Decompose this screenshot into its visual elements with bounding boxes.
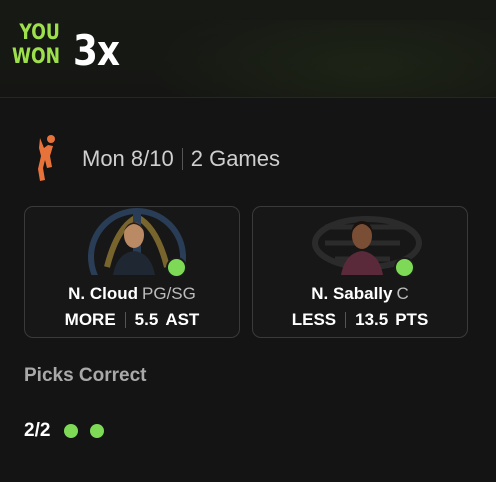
player-avatar: [341, 221, 383, 275]
correct-dot-icon: [90, 424, 105, 438]
player-name: N. Sabally: [311, 284, 393, 303]
pick-value: 5.5: [134, 310, 159, 329]
player-name-line: N. Cloud PG/SG: [25, 284, 239, 304]
pick-line: LESS 13.5 PTS: [253, 310, 467, 330]
player-position: C: [396, 284, 409, 303]
result-header: YOU WON 3x: [0, 0, 496, 98]
player-name: N. Cloud: [68, 284, 139, 303]
slate-games: 2 Games: [190, 146, 280, 171]
picks-correct-summary: 2/2: [24, 420, 116, 442]
you-text: YOU: [19, 20, 60, 44]
pick-direction: MORE: [64, 310, 116, 329]
won-text: WON: [12, 44, 61, 68]
player-avatar: [113, 222, 155, 275]
player-name-line: N. Sabally C: [253, 284, 467, 304]
divider: [124, 312, 126, 328]
correct-dot-icon: [394, 257, 415, 278]
correct-dot-icon: [166, 257, 187, 278]
pick-direction: LESS: [291, 310, 337, 329]
wnba-logo-icon: [38, 135, 55, 181]
pick-stat: PTS: [395, 310, 429, 329]
pick-line: MORE 5.5 AST: [25, 310, 239, 330]
slate-date: Mon 8/10: [82, 146, 174, 171]
picks-correct-title: Picks Correct: [24, 365, 147, 386]
picks-correct-count: 2/2: [24, 420, 51, 441]
pick-card-cloud[interactable]: N. Cloud PG/SG MORE 5.5 AST: [24, 206, 240, 338]
header-glow: [150, 20, 496, 97]
pick-value: 13.5: [355, 310, 389, 329]
you-won-label: YOU WON: [12, 20, 60, 68]
correct-dot-icon: [64, 424, 79, 438]
player-position: PG/SG: [142, 284, 196, 303]
divider: [181, 148, 183, 170]
pick-card-sabally[interactable]: N. Sabally C LESS 13.5 PTS: [252, 206, 468, 338]
payout-multiplier: 3x: [73, 26, 120, 75]
pick-stat: AST: [165, 310, 200, 329]
slate-info: Mon 8/10 2 Games: [82, 145, 280, 173]
divider: [345, 312, 347, 328]
